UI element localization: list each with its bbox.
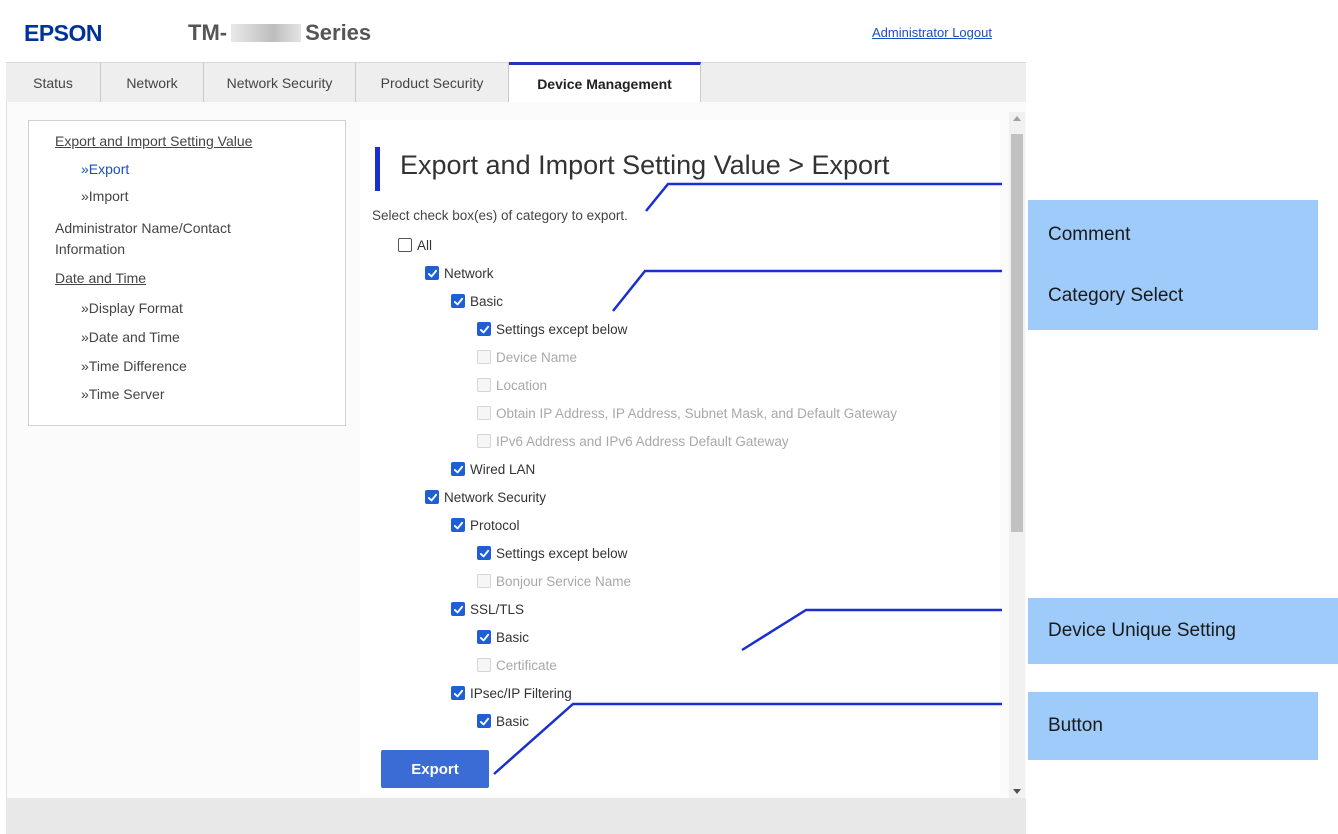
tab-status[interactable]: Status bbox=[6, 63, 101, 103]
tab-product-security[interactable]: Product Security bbox=[356, 63, 509, 103]
model-name: TM- Series bbox=[188, 20, 371, 46]
category-checkbox-row: Device Name bbox=[477, 348, 577, 366]
callout-category-select: Category Select bbox=[1028, 262, 1318, 330]
model-prefix: TM- bbox=[188, 20, 228, 45]
checkbox-label: IPv6 Address and IPv6 Address Default Ga… bbox=[496, 433, 789, 449]
checkbox-checked-icon[interactable] bbox=[451, 602, 465, 616]
sidebar-item-export[interactable]: »Export bbox=[81, 161, 129, 177]
checkbox-label: Device Name bbox=[496, 349, 578, 365]
category-checkbox-row[interactable]: Basic bbox=[451, 292, 503, 310]
checkbox-checked-icon[interactable] bbox=[451, 294, 465, 308]
vertical-scrollbar[interactable] bbox=[1009, 112, 1025, 798]
scroll-up-arrow-icon[interactable] bbox=[1013, 116, 1021, 121]
checkbox-checked-icon[interactable] bbox=[451, 518, 465, 532]
category-checkbox-row[interactable]: SSL/TLS bbox=[451, 600, 524, 618]
sidebar-item-admin-name-line2[interactable]: Information bbox=[55, 241, 125, 257]
model-number-redacted bbox=[231, 24, 302, 42]
checkbox-label: Settings except below bbox=[496, 321, 628, 337]
page-footer bbox=[6, 798, 1026, 834]
tab-network[interactable]: Network bbox=[101, 63, 204, 103]
checkbox-label: Settings except below bbox=[496, 545, 628, 561]
category-checkbox-row[interactable]: Network Security bbox=[425, 488, 546, 506]
sidebar-heading-export-import[interactable]: Export and Import Setting Value bbox=[55, 133, 252, 149]
category-checkbox-row: IPv6 Address and IPv6 Address Default Ga… bbox=[477, 432, 789, 450]
checkbox-checked-icon[interactable] bbox=[477, 546, 491, 560]
checkbox-label: Basic bbox=[496, 629, 530, 645]
category-checkbox-row[interactable]: Wired LAN bbox=[451, 460, 535, 478]
checkbox-icon bbox=[477, 406, 491, 420]
title-accent-bar bbox=[375, 147, 380, 191]
checkbox-label: Location bbox=[496, 377, 548, 393]
checkbox-label: Certificate bbox=[496, 657, 557, 673]
category-checkbox-row: Location bbox=[477, 376, 547, 394]
administrator-logout-link[interactable]: Administrator Logout bbox=[872, 25, 992, 40]
checkbox-label: IPsec/IP Filtering bbox=[470, 685, 572, 701]
category-checkbox-row[interactable]: Settings except below bbox=[477, 320, 627, 338]
category-checkbox-row[interactable]: All bbox=[398, 236, 432, 254]
checkbox-checked-icon[interactable] bbox=[477, 322, 491, 336]
checkbox-icon bbox=[477, 378, 491, 392]
category-checkbox-row: Bonjour Service Name bbox=[477, 572, 631, 590]
category-checkbox-row[interactable]: IPsec/IP Filtering bbox=[451, 684, 572, 702]
checkbox-label: All bbox=[417, 237, 433, 253]
category-checkbox-row[interactable]: Basic bbox=[477, 712, 529, 730]
tab-bar: Status Network Network Security Product … bbox=[6, 62, 1026, 103]
checkbox-checked-icon[interactable] bbox=[425, 266, 439, 280]
checkbox-checked-icon[interactable] bbox=[477, 630, 491, 644]
export-button[interactable]: Export bbox=[381, 750, 489, 788]
category-checkbox-row: Certificate bbox=[477, 656, 557, 674]
checkbox-checked-icon[interactable] bbox=[477, 714, 491, 728]
header: EPSON TM- Series Administrator Logout bbox=[6, 0, 1026, 62]
checkbox-icon bbox=[477, 434, 491, 448]
checkbox-icon bbox=[477, 658, 491, 672]
sidebar-heading-date-time[interactable]: Date and Time bbox=[55, 270, 146, 286]
checkbox-label: Bonjour Service Name bbox=[496, 573, 632, 589]
checkbox-checked-icon[interactable] bbox=[451, 686, 465, 700]
category-checkbox-row[interactable]: Settings except below bbox=[477, 544, 627, 562]
checkbox-checked-icon[interactable] bbox=[425, 490, 439, 504]
checkbox-label: SSL/TLS bbox=[470, 601, 525, 617]
checkbox-label: Obtain IP Address, IP Address, Subnet Ma… bbox=[496, 405, 897, 421]
sidebar-item-time-server[interactable]: »Time Server bbox=[81, 386, 165, 402]
page-title: Export and Import Setting Value > Export bbox=[400, 150, 890, 180]
sidebar-item-import[interactable]: »Import bbox=[81, 188, 128, 204]
sidebar-item-admin-name-line1[interactable]: Administrator Name/Contact bbox=[55, 220, 231, 236]
sidebar-item-date-and-time[interactable]: »Date and Time bbox=[81, 329, 180, 345]
tab-device-management[interactable]: Device Management bbox=[509, 62, 701, 103]
checkbox-label: Wired LAN bbox=[470, 461, 536, 477]
checkbox-label: Network bbox=[444, 265, 494, 281]
checkbox-label: Basic bbox=[470, 293, 504, 309]
sidebar-item-display-format[interactable]: »Display Format bbox=[81, 300, 183, 316]
checkbox-label: Protocol bbox=[470, 517, 520, 533]
checkbox-label: Network Security bbox=[444, 489, 547, 505]
scroll-thumb[interactable] bbox=[1011, 134, 1023, 532]
category-checkbox-row[interactable]: Protocol bbox=[451, 516, 520, 534]
checkbox-icon bbox=[477, 350, 491, 364]
tab-network-security[interactable]: Network Security bbox=[204, 63, 356, 103]
sidebar-item-time-difference[interactable]: »Time Difference bbox=[81, 358, 187, 374]
epson-logo: EPSON bbox=[24, 20, 103, 46]
checkbox-icon bbox=[477, 574, 491, 588]
scroll-down-arrow-icon[interactable] bbox=[1013, 789, 1021, 794]
category-checkbox-row[interactable]: Basic bbox=[477, 628, 529, 646]
callout-comment: Comment bbox=[1028, 200, 1318, 270]
category-checkbox-row[interactable]: Network bbox=[425, 264, 494, 282]
callout-button: Button bbox=[1028, 692, 1318, 760]
comment-text: Select check box(es) of category to expo… bbox=[372, 208, 628, 223]
checkbox-icon[interactable] bbox=[398, 238, 412, 252]
category-checkbox-row: Obtain IP Address, IP Address, Subnet Ma… bbox=[477, 404, 897, 422]
checkbox-checked-icon[interactable] bbox=[451, 462, 465, 476]
sidebar: Export and Import Setting Value »Export … bbox=[28, 120, 346, 426]
callout-device-unique-setting: Device Unique Setting bbox=[1028, 598, 1338, 664]
model-suffix: Series bbox=[305, 20, 372, 45]
checkbox-label: Basic bbox=[496, 713, 530, 729]
